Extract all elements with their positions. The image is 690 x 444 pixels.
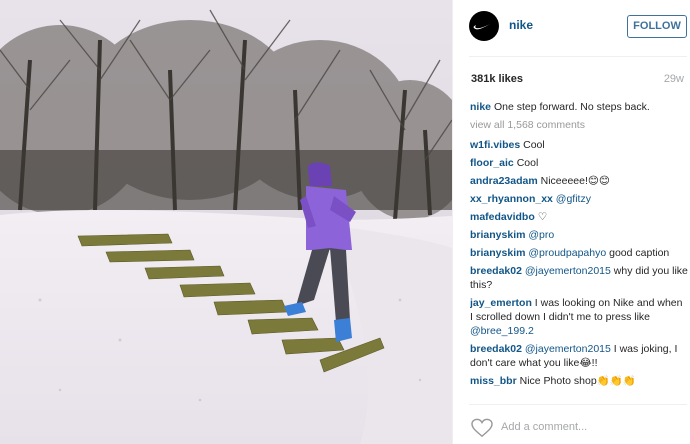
comment-text: Nice Photo shop👏👏👏 (519, 375, 636, 387)
comment-item: brianyskim @proudpapahyo good caption (470, 246, 688, 260)
comment-text: ♡ (537, 211, 548, 223)
likes-count[interactable]: 381k likes (471, 73, 523, 85)
comment-item: xx_rhyannon_xx @gfitzy (470, 192, 688, 206)
snowy-stairs-runner-image (0, 0, 452, 444)
comment-username[interactable]: w1fi.vibes (470, 139, 520, 151)
header-divider (469, 56, 687, 57)
caption: nike One step forward. No steps back. (470, 100, 688, 114)
comment-mention[interactable]: @bree_199.2 (470, 325, 534, 337)
add-comment-input[interactable]: Add a comment... (501, 421, 587, 433)
avatar[interactable] (469, 11, 499, 41)
comment-item: miss_bbr Nice Photo shop👏👏👏 (470, 374, 688, 388)
comment-username[interactable]: mafedavidbo (470, 211, 535, 223)
caption-username[interactable]: nike (470, 101, 491, 113)
comment-item: andra23adam Niceeeee!😊😊 (470, 174, 688, 188)
comment-text: Cool (516, 157, 539, 169)
comment-username[interactable]: brianyskim (470, 247, 525, 259)
comment-username[interactable]: miss_bbr (470, 375, 517, 387)
heart-icon[interactable] (471, 418, 493, 438)
comment-username[interactable]: breedak02 (470, 265, 522, 277)
post-header: nike FOLLOW (453, 0, 690, 56)
view-all-comments-link[interactable]: view all 1,568 comments (470, 118, 688, 132)
comment-item: breedak02 @jayemerton2015 I was joking, … (470, 342, 688, 370)
post-age[interactable]: 29w (664, 73, 684, 85)
comment-username[interactable]: xx_rhyannon_xx (470, 193, 553, 205)
post-side-panel: nike FOLLOW 381k likes 29w nike One step… (452, 0, 690, 444)
comment-username[interactable]: breedak02 (470, 343, 522, 355)
comment-item: w1fi.vibes Cool (470, 138, 688, 152)
caption-text: One step forward. No steps back. (493, 101, 650, 113)
post-username[interactable]: nike (509, 18, 533, 32)
comment-text: Niceeeee!😊😊 (540, 175, 610, 187)
comment-username[interactable]: brianyskim (470, 229, 525, 241)
comment-username[interactable]: floor_aic (470, 157, 514, 169)
comment-item: jay_emerton I was looking on Nike and wh… (470, 296, 688, 338)
nike-swoosh-icon (473, 22, 494, 30)
comment-item: breedak02 @jayemerton2015 why did you li… (470, 264, 688, 292)
comment-username[interactable]: jay_emerton (470, 297, 532, 309)
comment-username[interactable]: andra23adam (470, 175, 538, 187)
comment-text: good caption (609, 247, 670, 259)
comment-mention[interactable]: @pro (528, 229, 554, 241)
comment-mention[interactable]: @jayemerton2015 (525, 265, 611, 277)
comment-text: Cool (523, 139, 545, 151)
comment-item: mafedavidbo ♡ (470, 210, 688, 224)
comment-bar: Add a comment... (469, 404, 687, 444)
comment-item: brianyskim @pro (470, 228, 688, 242)
post-photo[interactable] (0, 0, 452, 444)
comments-list[interactable]: nike One step forward. No steps back. vi… (470, 100, 688, 396)
comment-mention[interactable]: @gfitzy (556, 193, 591, 205)
comment-mention[interactable]: @jayemerton2015 (525, 343, 611, 355)
comment-item: floor_aic Cool (470, 156, 688, 170)
follow-button[interactable]: FOLLOW (627, 15, 687, 38)
comment-mention[interactable]: @proudpapahyo (528, 247, 606, 259)
